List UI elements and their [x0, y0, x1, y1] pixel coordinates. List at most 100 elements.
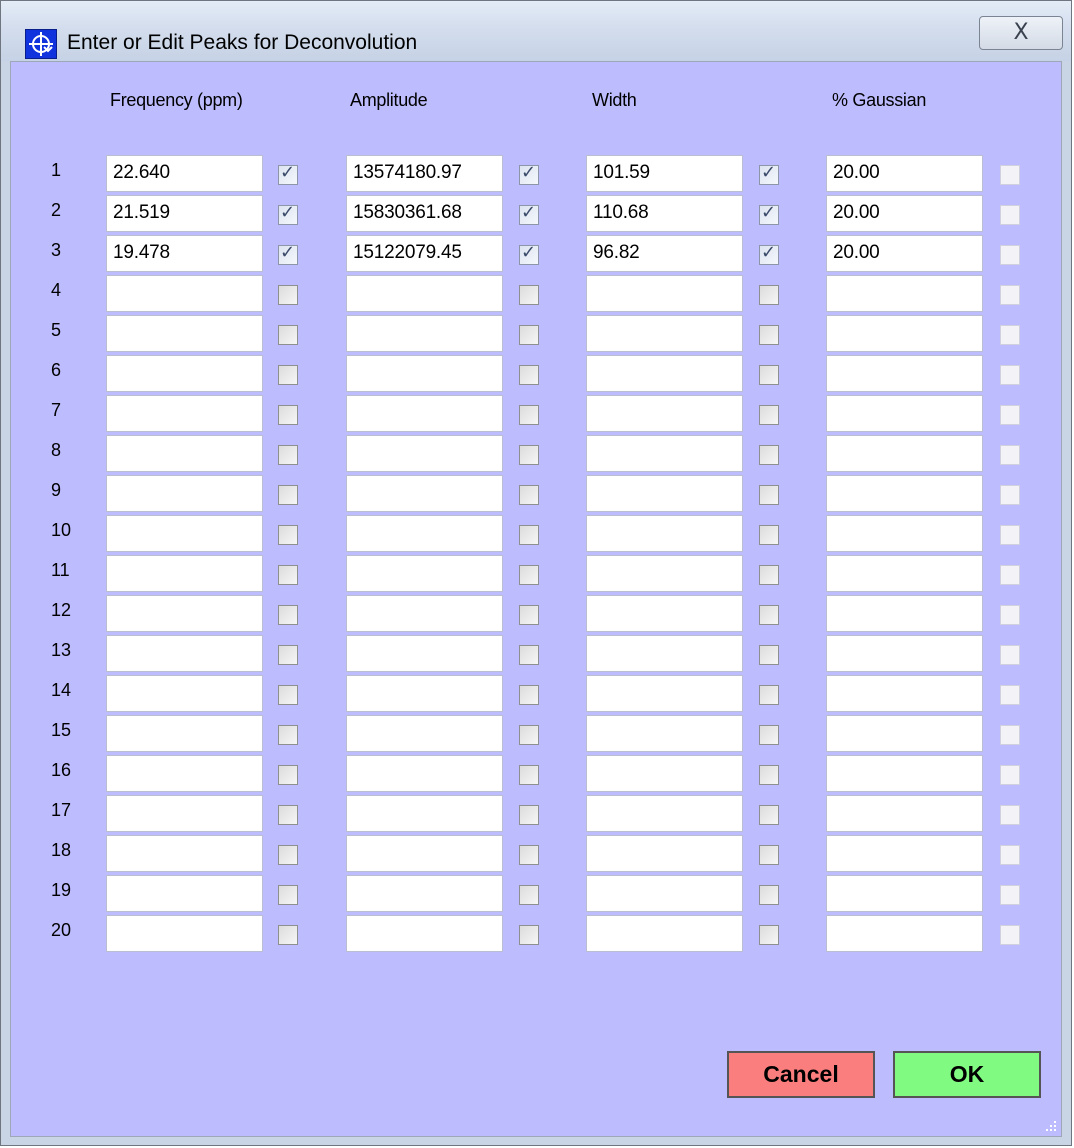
- gaussian-fix-checkbox[interactable]: [1000, 725, 1020, 745]
- frequency-field[interactable]: [106, 515, 263, 552]
- amplitude-fix-checkbox[interactable]: [519, 685, 539, 705]
- amplitude-fix-checkbox[interactable]: [519, 725, 539, 745]
- gaussian-field[interactable]: [826, 395, 983, 432]
- gaussian-field[interactable]: 20.00: [826, 195, 983, 232]
- width-fix-checkbox[interactable]: ✓: [759, 202, 779, 225]
- gaussian-field[interactable]: [826, 515, 983, 552]
- gaussian-field[interactable]: [826, 875, 983, 912]
- frequency-fix-checkbox[interactable]: ✓: [278, 202, 298, 225]
- width-field[interactable]: [586, 835, 743, 872]
- frequency-fix-checkbox[interactable]: [278, 645, 298, 665]
- frequency-fix-checkbox[interactable]: [278, 525, 298, 545]
- gaussian-fix-checkbox[interactable]: [1000, 165, 1020, 185]
- width-field[interactable]: [586, 755, 743, 792]
- gaussian-fix-checkbox[interactable]: [1000, 325, 1020, 345]
- gaussian-fix-checkbox[interactable]: [1000, 605, 1020, 625]
- width-fix-checkbox[interactable]: [759, 885, 779, 905]
- amplitude-fix-checkbox[interactable]: [519, 925, 539, 945]
- frequency-field[interactable]: [106, 595, 263, 632]
- amplitude-field[interactable]: [346, 915, 503, 952]
- gaussian-fix-checkbox[interactable]: [1000, 765, 1020, 785]
- width-fix-checkbox[interactable]: [759, 725, 779, 745]
- amplitude-fix-checkbox[interactable]: ✓: [519, 202, 539, 225]
- amplitude-fix-checkbox[interactable]: [519, 285, 539, 305]
- gaussian-field[interactable]: [826, 555, 983, 592]
- amplitude-field[interactable]: [346, 715, 503, 752]
- width-fix-checkbox[interactable]: [759, 405, 779, 425]
- frequency-field[interactable]: [106, 315, 263, 352]
- width-fix-checkbox[interactable]: [759, 805, 779, 825]
- width-field[interactable]: [586, 355, 743, 392]
- frequency-field[interactable]: [106, 555, 263, 592]
- width-fix-checkbox[interactable]: [759, 645, 779, 665]
- amplitude-fix-checkbox[interactable]: [519, 845, 539, 865]
- frequency-fix-checkbox[interactable]: [278, 685, 298, 705]
- width-field[interactable]: [586, 515, 743, 552]
- width-field[interactable]: [586, 675, 743, 712]
- frequency-fix-checkbox[interactable]: [278, 765, 298, 785]
- resize-grip-icon[interactable]: [1045, 1120, 1057, 1132]
- amplitude-field[interactable]: [346, 555, 503, 592]
- gaussian-fix-checkbox[interactable]: [1000, 245, 1020, 265]
- gaussian-field[interactable]: [826, 675, 983, 712]
- frequency-fix-checkbox[interactable]: [278, 925, 298, 945]
- width-fix-checkbox[interactable]: [759, 445, 779, 465]
- width-fix-checkbox[interactable]: [759, 485, 779, 505]
- cancel-button[interactable]: Cancel: [727, 1051, 875, 1098]
- amplitude-fix-checkbox[interactable]: [519, 525, 539, 545]
- width-field[interactable]: [586, 595, 743, 632]
- frequency-fix-checkbox[interactable]: ✓: [278, 162, 298, 185]
- frequency-field[interactable]: [106, 475, 263, 512]
- gaussian-field[interactable]: [826, 275, 983, 312]
- gaussian-field[interactable]: [826, 795, 983, 832]
- frequency-fix-checkbox[interactable]: [278, 365, 298, 385]
- gaussian-fix-checkbox[interactable]: [1000, 485, 1020, 505]
- amplitude-fix-checkbox[interactable]: [519, 885, 539, 905]
- amplitude-field[interactable]: [346, 475, 503, 512]
- frequency-fix-checkbox[interactable]: [278, 445, 298, 465]
- width-fix-checkbox[interactable]: [759, 845, 779, 865]
- frequency-fix-checkbox[interactable]: [278, 845, 298, 865]
- width-field[interactable]: 101.59: [586, 155, 743, 192]
- width-fix-checkbox[interactable]: [759, 925, 779, 945]
- amplitude-fix-checkbox[interactable]: [519, 485, 539, 505]
- gaussian-field[interactable]: 20.00: [826, 235, 983, 272]
- frequency-field[interactable]: 22.640: [106, 155, 263, 192]
- gaussian-field[interactable]: [826, 715, 983, 752]
- width-fix-checkbox[interactable]: [759, 565, 779, 585]
- frequency-fix-checkbox[interactable]: [278, 885, 298, 905]
- amplitude-field[interactable]: [346, 355, 503, 392]
- amplitude-fix-checkbox[interactable]: [519, 405, 539, 425]
- width-fix-checkbox[interactable]: [759, 685, 779, 705]
- gaussian-fix-checkbox[interactable]: [1000, 925, 1020, 945]
- width-field[interactable]: [586, 395, 743, 432]
- width-fix-checkbox[interactable]: ✓: [759, 162, 779, 185]
- gaussian-field[interactable]: [826, 915, 983, 952]
- amplitude-fix-checkbox[interactable]: [519, 765, 539, 785]
- gaussian-field[interactable]: [826, 835, 983, 872]
- frequency-fix-checkbox[interactable]: [278, 725, 298, 745]
- frequency-field[interactable]: [106, 275, 263, 312]
- amplitude-field[interactable]: [346, 315, 503, 352]
- gaussian-field[interactable]: [826, 355, 983, 392]
- width-field[interactable]: 96.82: [586, 235, 743, 272]
- amplitude-field[interactable]: [346, 635, 503, 672]
- frequency-fix-checkbox[interactable]: ✓: [278, 242, 298, 265]
- frequency-fix-checkbox[interactable]: [278, 605, 298, 625]
- gaussian-fix-checkbox[interactable]: [1000, 285, 1020, 305]
- amplitude-fix-checkbox[interactable]: ✓: [519, 162, 539, 185]
- amplitude-fix-checkbox[interactable]: [519, 805, 539, 825]
- close-button[interactable]: X: [979, 16, 1063, 50]
- title-bar[interactable]: Enter or Edit Peaks for Deconvolution X: [1, 1, 1071, 61]
- width-field[interactable]: [586, 635, 743, 672]
- frequency-field[interactable]: [106, 395, 263, 432]
- gaussian-fix-checkbox[interactable]: [1000, 525, 1020, 545]
- amplitude-field[interactable]: [346, 595, 503, 632]
- amplitude-field[interactable]: [346, 675, 503, 712]
- amplitude-fix-checkbox[interactable]: [519, 605, 539, 625]
- frequency-field[interactable]: [106, 715, 263, 752]
- amplitude-fix-checkbox[interactable]: [519, 365, 539, 385]
- frequency-field[interactable]: [106, 915, 263, 952]
- gaussian-field[interactable]: [826, 435, 983, 472]
- gaussian-fix-checkbox[interactable]: [1000, 845, 1020, 865]
